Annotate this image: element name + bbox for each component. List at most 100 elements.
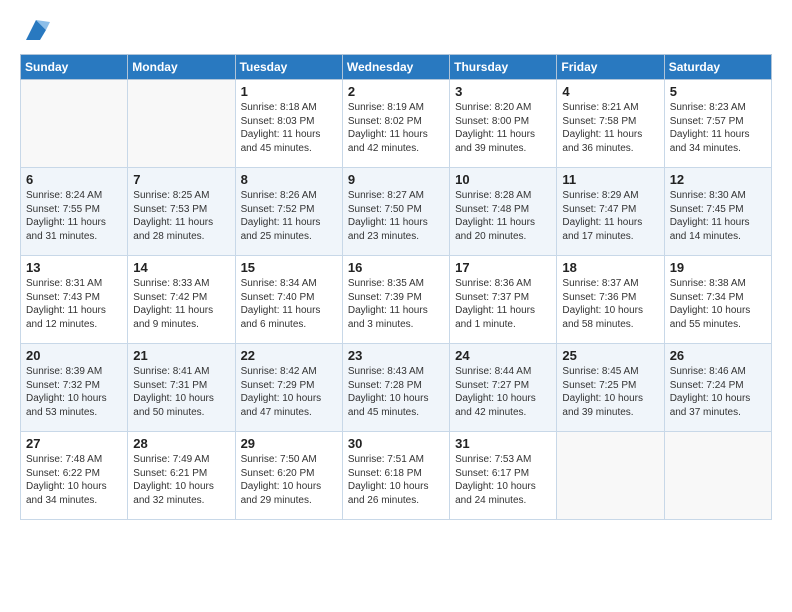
day-number: 24 [455, 348, 551, 363]
day-number: 11 [562, 172, 658, 187]
day-detail: Sunrise: 8:23 AM Sunset: 7:57 PM Dayligh… [670, 101, 766, 155]
day-cell: 8Sunrise: 8:26 AM Sunset: 7:52 PM Daylig… [235, 168, 342, 256]
day-detail: Sunrise: 8:31 AM Sunset: 7:43 PM Dayligh… [26, 277, 122, 331]
header-cell-wednesday: Wednesday [342, 55, 449, 80]
day-detail: Sunrise: 8:42 AM Sunset: 7:29 PM Dayligh… [241, 365, 337, 419]
day-cell: 20 Sunrise: 8:39 AM Sunset: 7:32 PM Dayli… [21, 344, 128, 432]
day-number: 14 [133, 260, 229, 275]
week-row-1: 1Sunrise: 8:18 AM Sunset: 8:03 PM Daylig… [21, 80, 772, 168]
day-cell: 2 Sunrise: 8:19 AM Sunset: 8:02 PM Daylig… [342, 80, 449, 168]
day-number: 25 [562, 348, 658, 363]
header-row: SundayMondayTuesdayWednesdayThursdayFrid… [21, 55, 772, 80]
day-detail: Sunrise: 8:27 AM Sunset: 7:50 PM Dayligh… [348, 189, 444, 243]
day-number: 13 [26, 260, 122, 275]
day-cell: 29 Sunrise: 7:50 AM Sunset: 6:20 PM Dayli… [235, 432, 342, 520]
header [20, 16, 772, 44]
day-number: 3 [455, 84, 551, 99]
day-number: 15 [241, 260, 337, 275]
day-detail: Sunrise: 8:19 AM Sunset: 8:02 PM Dayligh… [348, 101, 444, 155]
day-cell: 9 Sunrise: 8:27 AM Sunset: 7:50 PM Daylig… [342, 168, 449, 256]
day-detail: Sunrise: 8:30 AM Sunset: 7:45 PM Dayligh… [670, 189, 766, 243]
header-cell-tuesday: Tuesday [235, 55, 342, 80]
day-number: 26 [670, 348, 766, 363]
day-detail: Sunrise: 8:20 AM Sunset: 8:00 PM Dayligh… [455, 101, 551, 155]
day-detail: Sunrise: 8:41 AM Sunset: 7:31 PM Dayligh… [133, 365, 229, 419]
day-detail: Sunrise: 8:21 AM Sunset: 7:58 PM Dayligh… [562, 101, 658, 155]
calendar-table: SundayMondayTuesdayWednesdayThursdayFrid… [20, 54, 772, 520]
day-cell [557, 432, 664, 520]
header-cell-thursday: Thursday [450, 55, 557, 80]
day-detail: Sunrise: 8:39 AM Sunset: 7:32 PM Dayligh… [26, 365, 122, 419]
header-cell-sunday: Sunday [21, 55, 128, 80]
day-cell: 5 Sunrise: 8:23 AM Sunset: 7:57 PM Daylig… [664, 80, 771, 168]
day-number: 5 [670, 84, 766, 99]
day-cell [21, 80, 128, 168]
day-cell: 16 Sunrise: 8:35 AM Sunset: 7:39 PM Dayli… [342, 256, 449, 344]
logo-icon [22, 16, 50, 44]
day-detail: Sunrise: 7:50 AM Sunset: 6:20 PM Dayligh… [241, 453, 337, 507]
day-number: 8 [241, 172, 337, 187]
day-number: 16 [348, 260, 444, 275]
day-number: 21 [133, 348, 229, 363]
day-number: 28 [133, 436, 229, 451]
week-row-5: 27Sunrise: 7:48 AM Sunset: 6:22 PM Dayli… [21, 432, 772, 520]
day-number: 1 [241, 84, 337, 99]
day-detail: Sunrise: 8:35 AM Sunset: 7:39 PM Dayligh… [348, 277, 444, 331]
day-cell: 14 Sunrise: 8:33 AM Sunset: 7:42 PM Dayli… [128, 256, 235, 344]
day-number: 12 [670, 172, 766, 187]
day-cell: 24 Sunrise: 8:44 AM Sunset: 7:27 PM Dayli… [450, 344, 557, 432]
day-detail: Sunrise: 8:36 AM Sunset: 7:37 PM Dayligh… [455, 277, 551, 331]
day-number: 18 [562, 260, 658, 275]
day-cell: 11 Sunrise: 8:29 AM Sunset: 7:47 PM Dayli… [557, 168, 664, 256]
day-number: 27 [26, 436, 122, 451]
day-cell: 7Sunrise: 8:25 AM Sunset: 7:53 PM Daylig… [128, 168, 235, 256]
day-detail: Sunrise: 7:53 AM Sunset: 6:17 PM Dayligh… [455, 453, 551, 507]
day-number: 2 [348, 84, 444, 99]
logo [20, 16, 50, 44]
day-number: 17 [455, 260, 551, 275]
day-detail: Sunrise: 8:38 AM Sunset: 7:34 PM Dayligh… [670, 277, 766, 331]
day-cell: 25 Sunrise: 8:45 AM Sunset: 7:25 PM Dayli… [557, 344, 664, 432]
day-number: 29 [241, 436, 337, 451]
day-cell: 6Sunrise: 8:24 AM Sunset: 7:55 PM Daylig… [21, 168, 128, 256]
week-row-2: 6Sunrise: 8:24 AM Sunset: 7:55 PM Daylig… [21, 168, 772, 256]
day-number: 9 [348, 172, 444, 187]
header-cell-saturday: Saturday [664, 55, 771, 80]
day-cell: 10 Sunrise: 8:28 AM Sunset: 7:48 PM Dayli… [450, 168, 557, 256]
day-detail: Sunrise: 8:44 AM Sunset: 7:27 PM Dayligh… [455, 365, 551, 419]
day-cell: 30Sunrise: 7:51 AM Sunset: 6:18 PM Dayli… [342, 432, 449, 520]
day-number: 4 [562, 84, 658, 99]
day-cell: 19 Sunrise: 8:38 AM Sunset: 7:34 PM Dayli… [664, 256, 771, 344]
day-cell: 18 Sunrise: 8:37 AM Sunset: 7:36 PM Dayli… [557, 256, 664, 344]
day-detail: Sunrise: 8:28 AM Sunset: 7:48 PM Dayligh… [455, 189, 551, 243]
day-cell: 31 Sunrise: 7:53 AM Sunset: 6:17 PM Dayli… [450, 432, 557, 520]
day-cell: 17 Sunrise: 8:36 AM Sunset: 7:37 PM Dayli… [450, 256, 557, 344]
day-cell: 1Sunrise: 8:18 AM Sunset: 8:03 PM Daylig… [235, 80, 342, 168]
day-detail: Sunrise: 7:51 AM Sunset: 6:18 PM Dayligh… [348, 453, 444, 507]
day-detail: Sunrise: 8:45 AM Sunset: 7:25 PM Dayligh… [562, 365, 658, 419]
day-cell: 12 Sunrise: 8:30 AM Sunset: 7:45 PM Dayli… [664, 168, 771, 256]
day-cell: 15 Sunrise: 8:34 AM Sunset: 7:40 PM Dayli… [235, 256, 342, 344]
day-cell: 28 Sunrise: 7:49 AM Sunset: 6:21 PM Dayli… [128, 432, 235, 520]
day-cell: 26 Sunrise: 8:46 AM Sunset: 7:24 PM Dayli… [664, 344, 771, 432]
day-number: 6 [26, 172, 122, 187]
day-detail: Sunrise: 8:29 AM Sunset: 7:47 PM Dayligh… [562, 189, 658, 243]
day-detail: Sunrise: 8:33 AM Sunset: 7:42 PM Dayligh… [133, 277, 229, 331]
day-detail: Sunrise: 7:49 AM Sunset: 6:21 PM Dayligh… [133, 453, 229, 507]
day-detail: Sunrise: 8:37 AM Sunset: 7:36 PM Dayligh… [562, 277, 658, 331]
day-detail: Sunrise: 8:46 AM Sunset: 7:24 PM Dayligh… [670, 365, 766, 419]
day-detail: Sunrise: 8:43 AM Sunset: 7:28 PM Dayligh… [348, 365, 444, 419]
page: SundayMondayTuesdayWednesdayThursdayFrid… [0, 0, 792, 536]
day-number: 20 [26, 348, 122, 363]
day-detail: Sunrise: 8:34 AM Sunset: 7:40 PM Dayligh… [241, 277, 337, 331]
day-number: 10 [455, 172, 551, 187]
day-cell: 27Sunrise: 7:48 AM Sunset: 6:22 PM Dayli… [21, 432, 128, 520]
day-detail: Sunrise: 8:25 AM Sunset: 7:53 PM Dayligh… [133, 189, 229, 243]
day-number: 19 [670, 260, 766, 275]
day-number: 31 [455, 436, 551, 451]
day-cell: 21 Sunrise: 8:41 AM Sunset: 7:31 PM Dayli… [128, 344, 235, 432]
header-cell-friday: Friday [557, 55, 664, 80]
day-cell: 23Sunrise: 8:43 AM Sunset: 7:28 PM Dayli… [342, 344, 449, 432]
day-number: 22 [241, 348, 337, 363]
day-cell: 22 Sunrise: 8:42 AM Sunset: 7:29 PM Dayli… [235, 344, 342, 432]
